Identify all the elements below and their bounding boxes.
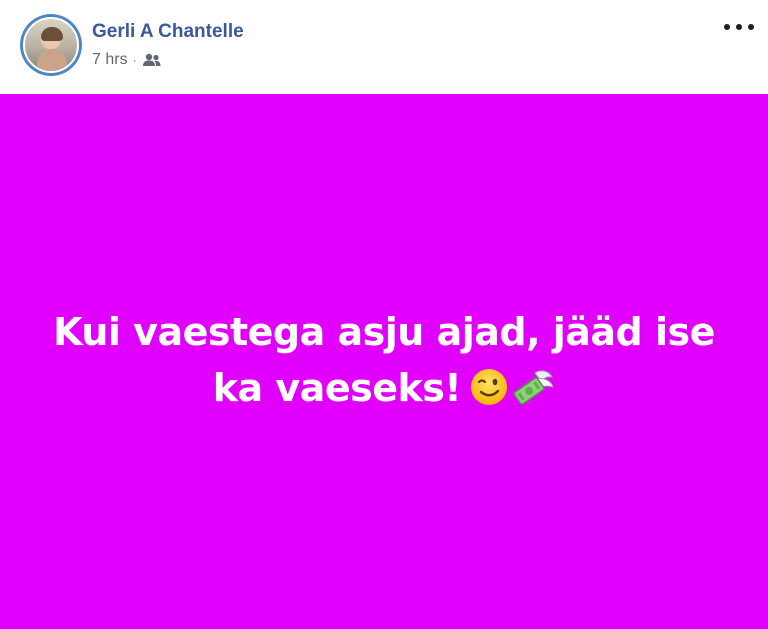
post-header: Gerli A Chantelle 7 hrs · — [0, 0, 768, 94]
avatar-figure — [37, 49, 67, 71]
post-text-line-2: ka vaeseks! — [212, 366, 462, 410]
post-meta: 7 hrs · — [92, 50, 162, 70]
money-with-wings-emoji-icon — [511, 366, 555, 422]
more-dot — [736, 24, 742, 30]
avatar-hair — [41, 27, 63, 41]
post-text-background: Kui vaestega asju ajad, jääd ise ka vaes… — [0, 94, 768, 629]
avatar[interactable] — [20, 14, 82, 76]
post-text-line-2-wrap: ka vaeseks! — [40, 360, 728, 422]
meta-separator: · — [132, 53, 137, 67]
friends-icon[interactable] — [142, 52, 162, 68]
post-card: Gerli A Chantelle 7 hrs · Kui vaestega a… — [0, 0, 768, 629]
post-text-line-1: Kui vaestega asju ajad, jääd ise — [53, 310, 715, 354]
winking-face-emoji-icon — [469, 366, 509, 422]
author-name-link[interactable]: Gerli A Chantelle — [92, 20, 244, 44]
more-dot — [724, 24, 730, 30]
avatar-photo — [23, 17, 79, 73]
post-timestamp-link[interactable]: 7 hrs — [92, 50, 128, 70]
post-text: Kui vaestega asju ajad, jääd ise ka vaes… — [40, 304, 728, 422]
more-options-icon[interactable] — [724, 14, 754, 40]
more-dot — [748, 24, 754, 30]
